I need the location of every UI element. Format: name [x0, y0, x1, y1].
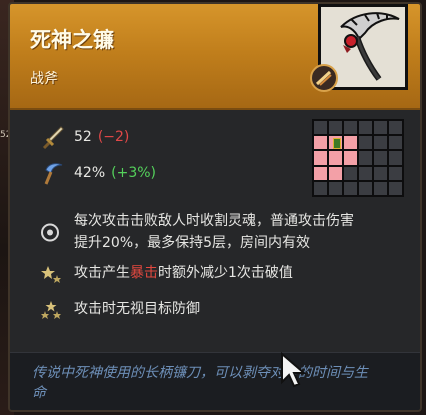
range-cell-hit: [314, 151, 327, 165]
effect-soul-reap-line2: 提升20%，最多保持5层，房间内有效: [74, 235, 311, 251]
mouse-cursor-icon: [281, 352, 306, 388]
range-cell: [359, 136, 372, 150]
range-cell: [389, 151, 402, 165]
item-type: 战斧: [30, 71, 58, 87]
attack-stat: 52 (−2): [40, 124, 129, 150]
range-cell: [374, 121, 387, 135]
slash-icon: [315, 70, 332, 86]
range-cell: [344, 166, 357, 180]
range-cell: [314, 121, 327, 135]
target-icon: [41, 223, 59, 242]
range-cell: [374, 151, 387, 165]
range-cell: [344, 181, 357, 195]
range-cell: [329, 181, 342, 195]
range-cell-hit: [314, 166, 327, 180]
crit-stat: 42% (+3%): [40, 160, 156, 186]
effect-ignore-defense: 攻击时无视目标防御: [40, 298, 200, 321]
effect-crit-break: 攻击产生暴击时额外减少1次击破值: [40, 262, 293, 285]
attack-delta: (−2): [97, 129, 130, 145]
effect-crit-post: 时额外减少1次击破值: [158, 265, 293, 281]
range-cell-hit: [314, 136, 327, 150]
range-cell: [389, 166, 402, 180]
attack-range-grid: [312, 119, 404, 197]
range-cell: [329, 121, 342, 135]
lore-text: 传说中死神使用的长柄镰刀，可以剥夺对方的时间与生命: [32, 365, 368, 401]
triple-stars-icon: [41, 301, 61, 319]
range-cell: [359, 181, 372, 195]
crit-value: 42%: [74, 165, 106, 181]
attack-value: 52: [74, 129, 92, 145]
range-cell: [359, 166, 372, 180]
item-tooltip: 死神之镰 战斧 52 (−2) 42% (+3%) 每次攻击击败敌人时收割灵魂，…: [8, 2, 422, 412]
effect-crit-pre: 攻击产生: [74, 265, 130, 281]
range-cell-hit: [329, 166, 342, 180]
range-cell: [344, 121, 357, 135]
effect-soul-reap: 每次攻击击败敌人时收割灵魂，普通攻击伤害 提升20%，最多保持5层，房间内有效: [40, 210, 354, 254]
stars-icon: [41, 266, 61, 283]
effect-crit-highlight: 暴击: [130, 265, 158, 281]
range-cell: [389, 181, 402, 195]
item-name: 死神之镰: [30, 28, 114, 52]
range-cell: [359, 151, 372, 165]
sword-icon: [42, 126, 64, 150]
range-cell: [374, 136, 387, 150]
lore-section: 传说中死神使用的长柄镰刀，可以剥夺对方的时间与生命: [10, 352, 420, 410]
range-cell: [314, 181, 327, 195]
range-cell: [374, 166, 387, 180]
skill-badge[interactable]: [310, 64, 338, 92]
range-cell: [389, 121, 402, 135]
effect-soul-reap-line1: 每次攻击击败敌人时收割灵魂，普通攻击伤害: [74, 213, 354, 229]
range-cell-hit: [329, 151, 342, 165]
range-cell: [359, 121, 372, 135]
crit-delta: (+3%): [111, 165, 156, 181]
effect-ignore-defense-text: 攻击时无视目标防御: [74, 301, 200, 317]
range-cell: [389, 136, 402, 150]
range-cell-hit: [344, 136, 357, 150]
crit-scythe-icon: [44, 163, 63, 185]
range-cell-origin: [329, 136, 342, 150]
range-cell-hit: [344, 151, 357, 165]
range-cell: [374, 181, 387, 195]
tooltip-header: 死神之镰 战斧: [10, 4, 420, 110]
